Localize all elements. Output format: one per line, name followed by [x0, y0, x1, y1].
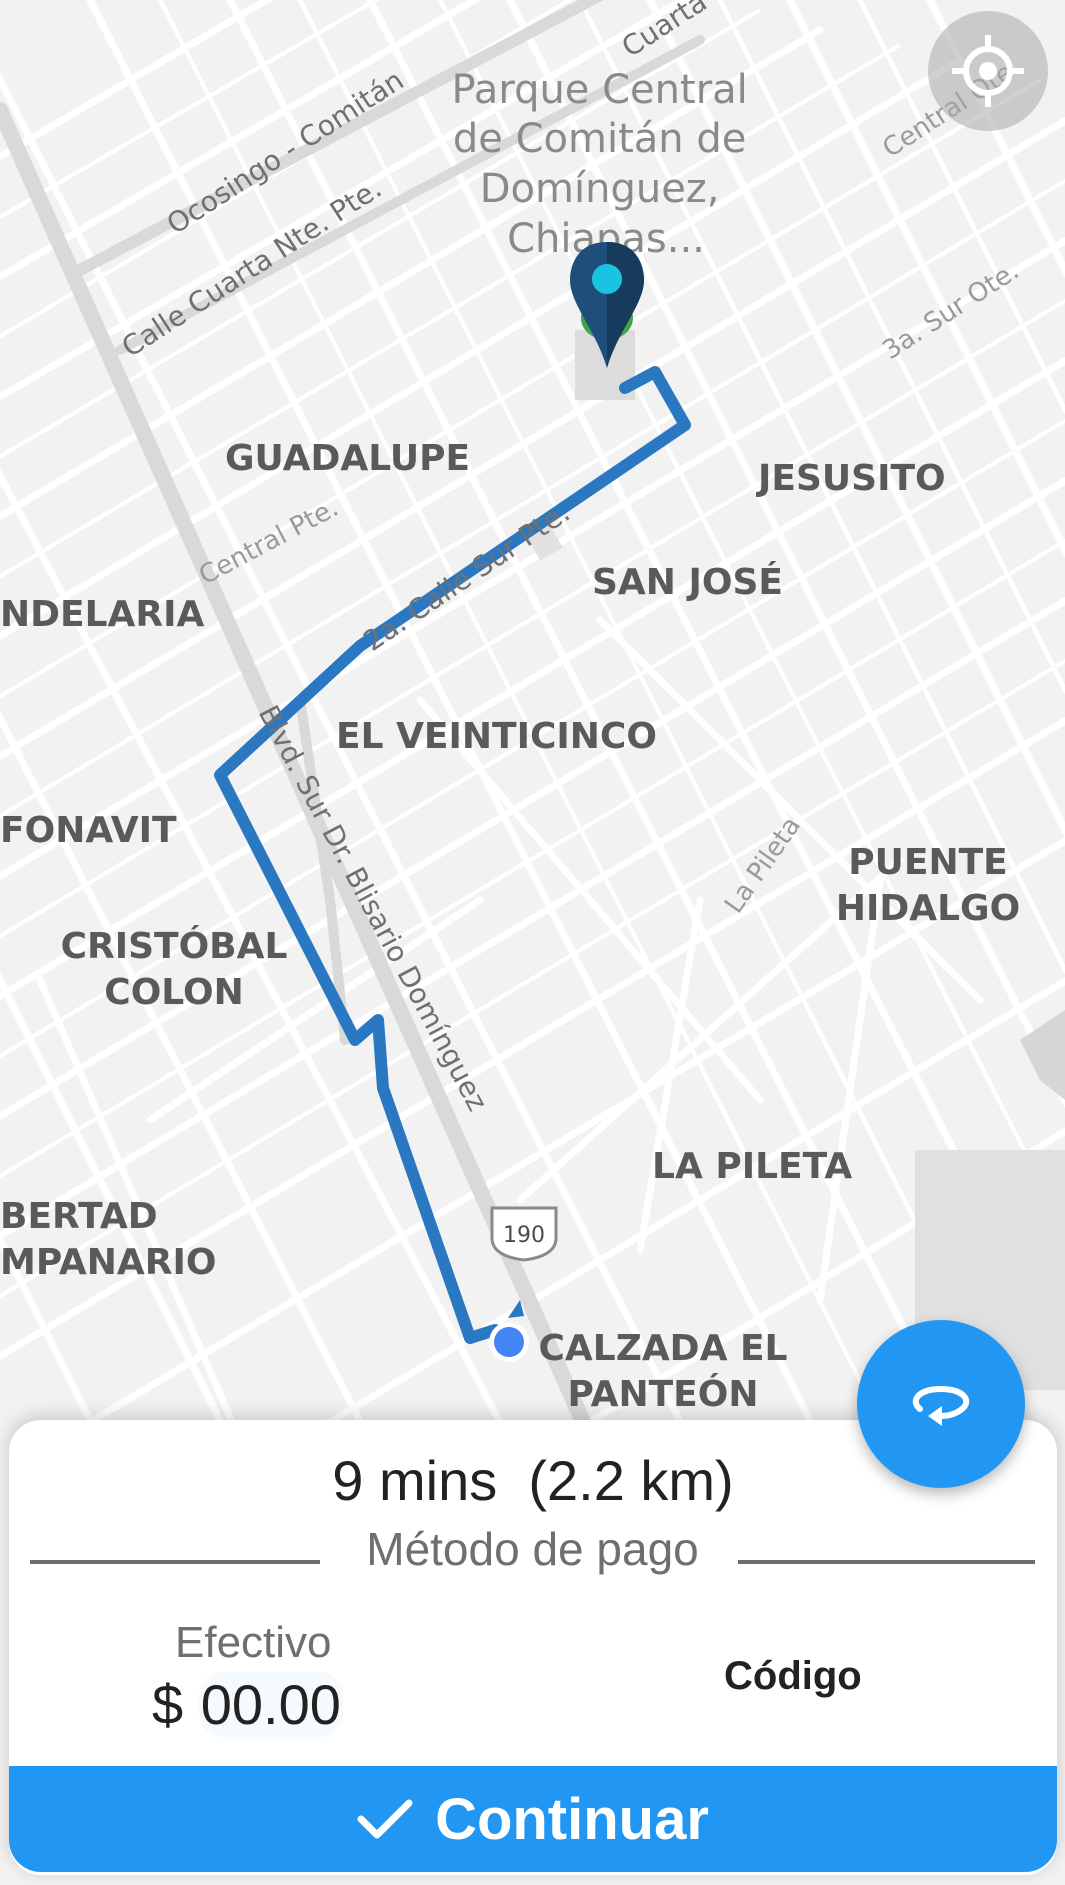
neighborhood-libertad-line-2: MPANARIO [0, 1242, 216, 1283]
neighborhood-puente-line-1: PUENTE [848, 842, 1008, 883]
neighborhood-candelaria: NDELARIA [0, 594, 205, 635]
neighborhood-guadalupe: GUADALUPE [225, 438, 470, 479]
continue-label: Continuar [435, 1786, 709, 1852]
currency-symbol: $ [152, 1673, 184, 1736]
payment-section-label: Método de pago [366, 1523, 699, 1575]
neighborhood-calzada-line-2: PANTEÓN [568, 1373, 759, 1415]
refresh-arrow-icon [912, 1385, 970, 1426]
neighborhood-puente-line-2: HIDALGO [836, 888, 1020, 929]
continue-button[interactable]: Continuar [9, 1766, 1057, 1872]
poi-label-line-3: Domínguez, [480, 166, 720, 212]
neighborhood-san-jose: SAN JOSÉ [592, 561, 783, 603]
swap-route-button[interactable] [857, 1320, 1025, 1488]
neighborhood-libertad-line-1: BERTAD [0, 1196, 158, 1237]
my-location-button[interactable] [928, 11, 1048, 131]
amount-row: $ 00.00 [152, 1672, 343, 1737]
highway-shield: 190 [490, 1206, 558, 1262]
payment-section-header: Método de pago [30, 1522, 1035, 1592]
neighborhood-cristobal-line-2: COLON [104, 972, 243, 1013]
neighborhood-el-veinticinco: EL VEINTICINCO [336, 716, 657, 757]
amount-input[interactable]: 00.00 [198, 1672, 343, 1737]
neighborhood-jesusito: JESUSITO [755, 458, 946, 499]
crosshair-icon [952, 35, 1024, 107]
neighborhood-cristobal-line-1: CRISTÓBAL [61, 925, 288, 967]
divider-right [738, 1560, 1035, 1564]
poi-label-line-2: de Comitán de [453, 116, 746, 162]
promo-code-button[interactable]: Código [724, 1654, 862, 1699]
poi-label-line-1: Parque Central [451, 67, 747, 113]
check-icon [357, 1799, 413, 1839]
payment-method-label[interactable]: Efectivo [175, 1618, 332, 1668]
neighborhood-la-pileta: LA PILETA [652, 1146, 852, 1187]
neighborhood-calzada-line-1: CALZADA EL [539, 1328, 788, 1369]
highway-shield-number: 190 [503, 1223, 545, 1248]
neighborhood-fonavit: FONAVIT [0, 810, 177, 851]
